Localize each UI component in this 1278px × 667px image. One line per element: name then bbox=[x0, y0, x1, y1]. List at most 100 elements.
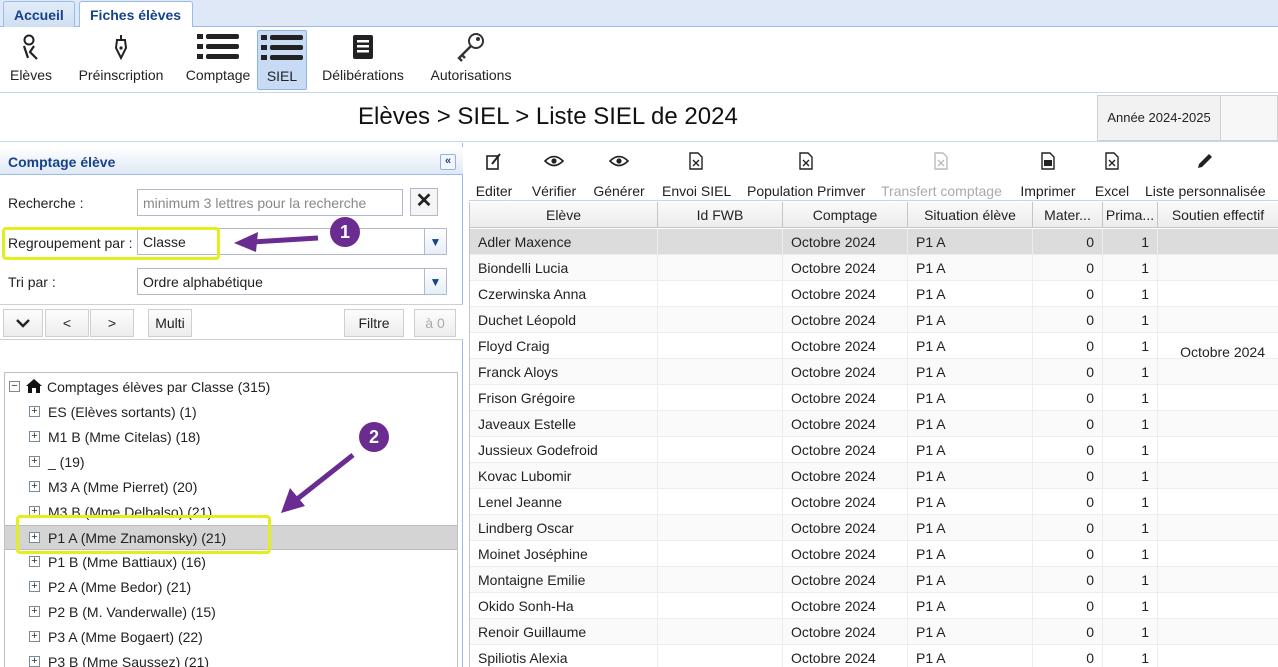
table-cell: P1 A bbox=[908, 515, 1033, 541]
ribbon-preinscription-button[interactable]: Préinscription bbox=[76, 30, 166, 90]
table-cell: 1 bbox=[1103, 619, 1158, 645]
expand-node-icon[interactable]: + bbox=[29, 506, 40, 517]
students-grid: Elève Id FWB Comptage Situation élève Mater.… bbox=[469, 202, 1278, 667]
action-toolbar: Editer Vérifier Générer Envoi SIEL Popul… bbox=[469, 147, 1278, 201]
send-siel-button[interactable]: Envoi SIEL bbox=[662, 150, 732, 200]
excel-button[interactable]: Excel bbox=[1092, 150, 1132, 200]
column-header-situation[interactable]: Situation élève bbox=[908, 202, 1033, 228]
group-select[interactable]: Classe ▼ bbox=[137, 228, 447, 255]
column-header-id-fwb[interactable]: Id FWB bbox=[658, 202, 783, 228]
tree-item[interactable]: + M3 B (Mme Delbalso) (21) bbox=[5, 500, 457, 525]
chevron-down-icon[interactable]: ▼ bbox=[424, 269, 446, 294]
collapse-icon[interactable]: « bbox=[440, 154, 456, 170]
column-header-primaire[interactable]: Prima... bbox=[1103, 202, 1158, 228]
tree-item-label: M3 A (Mme Pierret) (20) bbox=[48, 479, 198, 495]
column-header-eleve[interactable]: Elève bbox=[470, 202, 658, 228]
year-button[interactable]: Année 2024-2025 bbox=[1097, 95, 1221, 141]
expand-node-icon[interactable]: + bbox=[29, 581, 40, 592]
ribbon-eleves-button[interactable]: Elèves bbox=[4, 30, 58, 90]
action-label: Transfert comptage bbox=[881, 183, 1002, 199]
table-row[interactable]: Frison Grégoire Octobre 2024 P1 A01 bbox=[470, 385, 1278, 411]
table-row[interactable]: Spiliotis Alexia Octobre 2024 P1 A01 bbox=[470, 645, 1278, 667]
tree-item[interactable]: + P2 B (M. Vanderwalle) (15) bbox=[5, 600, 457, 625]
list-icon bbox=[258, 31, 306, 65]
tree-item[interactable]: + P1 A (Mme Znamonsky) (21) bbox=[5, 525, 457, 550]
table-row[interactable]: Renoir Guillaume Octobre 2024 P1 A01 bbox=[470, 619, 1278, 645]
table-row[interactable]: Adler Maxence Octobre 2024 P1 A01 bbox=[470, 229, 1278, 255]
table-row[interactable]: Okido Sonh-Ha Octobre 2024 P1 A01 bbox=[470, 593, 1278, 619]
ribbon-autorisations-button[interactable]: Autorisations bbox=[427, 30, 515, 90]
table-row[interactable]: Duchet Léopold Octobre 2024 P1 A01 bbox=[470, 307, 1278, 333]
expand-node-icon[interactable]: + bbox=[29, 631, 40, 642]
table-row[interactable]: Montaigne Emilie Octobre 2024 P1 A01 bbox=[470, 567, 1278, 593]
tree-item[interactable]: + ES (Elèves sortants) (1) bbox=[5, 400, 457, 425]
tree-item[interactable]: + P1 B (Mme Battiaux) (16) bbox=[5, 550, 457, 575]
file-x-icon bbox=[747, 150, 865, 172]
population-primver-button[interactable]: Population Primver bbox=[747, 150, 865, 200]
table-row[interactable]: Czerwinska Anna Octobre 2024 P1 A01 bbox=[470, 281, 1278, 307]
transfer-count-button[interactable]: Transfert comptage bbox=[881, 150, 1002, 200]
table-cell: 0 bbox=[1033, 359, 1103, 385]
file-x-icon bbox=[662, 150, 730, 172]
table-cell: 1 bbox=[1103, 255, 1158, 281]
clear-search-button[interactable]: ✕ bbox=[410, 188, 438, 216]
expand-node-icon[interactable]: + bbox=[29, 481, 40, 492]
tree-item-label: M3 B (Mme Delbalso) (21) bbox=[48, 504, 213, 520]
sort-select[interactable]: Ordre alphabétique ▼ bbox=[137, 268, 447, 295]
table-row[interactable]: Lindberg Oscar Octobre 2024 P1 A01 bbox=[470, 515, 1278, 541]
file-x-icon bbox=[881, 150, 1001, 172]
generate-button[interactable]: Générer bbox=[593, 150, 645, 200]
table-cell: Octobre 2024 bbox=[783, 619, 908, 645]
table-row[interactable]: Biondelli Lucia Octobre 2024 P1 A01 bbox=[470, 255, 1278, 281]
ribbon-deliberations-button[interactable]: Délibérations bbox=[318, 30, 408, 90]
previous-button[interactable]: < bbox=[45, 309, 89, 337]
eye-icon bbox=[593, 150, 645, 172]
action-label: Envoi SIEL bbox=[662, 183, 732, 199]
next-button[interactable]: > bbox=[90, 309, 134, 337]
ribbon-siel-button[interactable]: SIEL bbox=[257, 30, 307, 90]
column-header-comptage[interactable]: Comptage bbox=[783, 202, 908, 228]
filter-button[interactable]: Filtre bbox=[344, 309, 404, 337]
custom-list-button[interactable]: Liste personnalisée bbox=[1145, 150, 1266, 200]
print-button[interactable]: Imprimer bbox=[1018, 150, 1078, 200]
tab-accueil[interactable]: Accueil bbox=[3, 1, 75, 27]
expand-node-icon[interactable]: + bbox=[29, 656, 40, 667]
tree-item[interactable]: + P3 A (Mme Bogaert) (22) bbox=[5, 625, 457, 650]
tree-item[interactable]: + P2 A (Mme Bedor) (21) bbox=[5, 575, 457, 600]
table-row[interactable]: Lenel Jeanne Octobre 2024 P1 A01 bbox=[470, 489, 1278, 515]
table-cell: P1 A bbox=[908, 255, 1033, 281]
table-cell bbox=[658, 255, 783, 281]
chevron-down-icon[interactable]: ▼ bbox=[424, 229, 446, 254]
column-header-maternelle[interactable]: Mater... bbox=[1033, 202, 1103, 228]
tab-fiches-eleves[interactable]: Fiches élèves bbox=[79, 1, 193, 28]
expand-node-icon[interactable]: + bbox=[29, 556, 40, 567]
key-icon bbox=[427, 30, 515, 64]
expand-node-icon[interactable]: + bbox=[29, 532, 40, 543]
tree-item[interactable]: + M3 A (Mme Pierret) (20) bbox=[5, 475, 457, 500]
table-row[interactable]: Moinet Joséphine Octobre 2024 P1 A01 bbox=[470, 541, 1278, 567]
table-row[interactable]: Franck Aloys Octobre 2024 P1 A01 bbox=[470, 359, 1278, 385]
expand-all-button[interactable] bbox=[3, 309, 43, 337]
tree-item[interactable]: + M1 B (Mme Citelas) (18) bbox=[5, 425, 457, 450]
expand-node-icon[interactable]: + bbox=[29, 606, 40, 617]
search-input[interactable]: minimum 3 lettres pour la recherche bbox=[137, 189, 403, 216]
table-row[interactable]: Jussieux Godefroid Octobre 2024 P1 A01 bbox=[470, 437, 1278, 463]
tree-item[interactable]: + _ (19) bbox=[5, 450, 457, 475]
multi-button[interactable]: Multi bbox=[148, 309, 192, 337]
collapse-node-icon[interactable]: − bbox=[9, 381, 20, 392]
ribbon-comptage-button[interactable]: Comptage bbox=[184, 30, 252, 90]
expand-node-icon[interactable]: + bbox=[29, 406, 40, 417]
expand-node-icon[interactable]: + bbox=[29, 456, 40, 467]
table-row[interactable]: Javeaux Estelle Octobre 2024 P1 A01 bbox=[470, 411, 1278, 437]
table-cell: 0 bbox=[1033, 489, 1103, 515]
tree-item[interactable]: + P3 B (Mme Saussez) (21) bbox=[5, 650, 457, 667]
verify-button[interactable]: Vérifier bbox=[528, 150, 580, 200]
table-cell: Renoir Guillaume bbox=[470, 619, 658, 645]
table-cell: Octobre 2024 bbox=[783, 541, 908, 567]
tree-root[interactable]: − Comptages élèves par Classe (315) bbox=[5, 375, 457, 400]
table-row[interactable]: Floyd Craig Octobre 2024 P1 A01 bbox=[470, 333, 1278, 359]
expand-node-icon[interactable]: + bbox=[29, 431, 40, 442]
column-header-soutien[interactable]: Soutien effectif bbox=[1158, 202, 1278, 228]
table-row[interactable]: Kovac Lubomir Octobre 2024 P1 A01 bbox=[470, 463, 1278, 489]
edit-button[interactable]: Editer bbox=[472, 150, 516, 200]
